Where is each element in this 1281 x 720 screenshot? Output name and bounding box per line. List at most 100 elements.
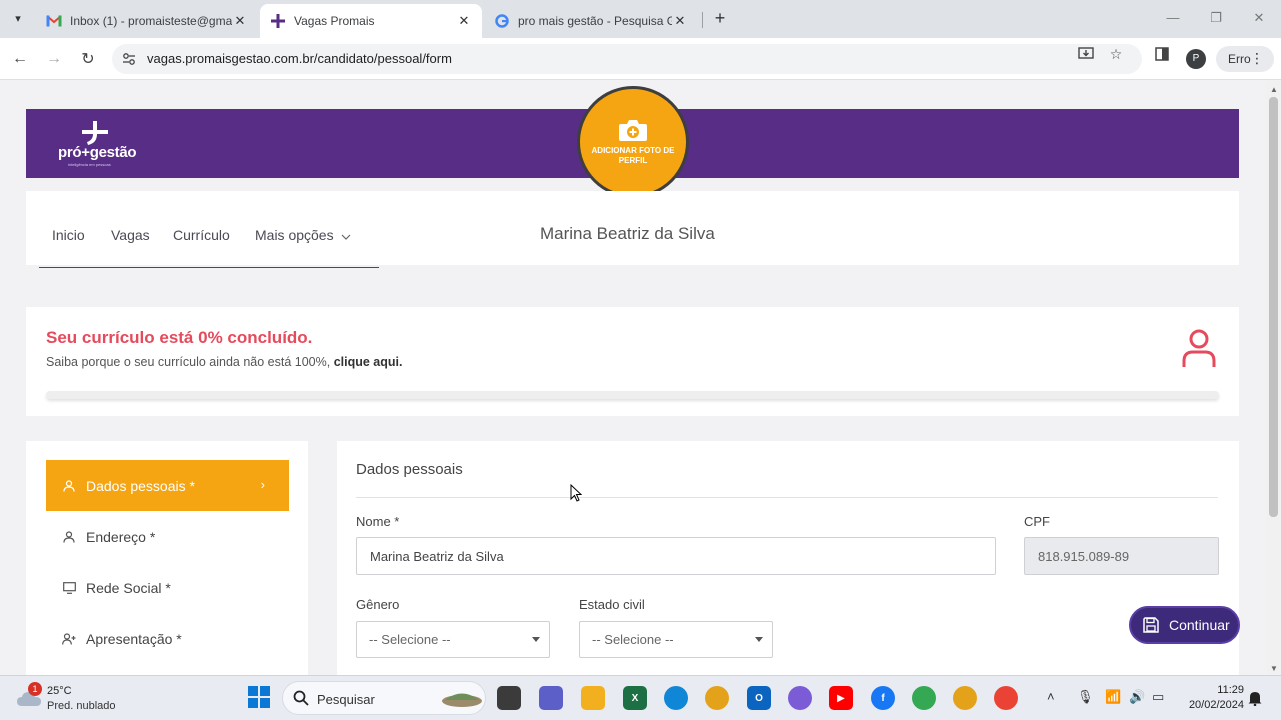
sidebar-item-dados-pessoais[interactable]: Dados pessoais * › — [46, 460, 289, 511]
chrome-profile-3-icon[interactable] — [994, 686, 1018, 710]
genero-label: Gênero — [356, 597, 400, 612]
menu-item-vagas[interactable]: Vagas — [111, 227, 150, 243]
windows-start-icon[interactable] — [248, 686, 270, 708]
click-here-link[interactable]: clique aqui. — [334, 355, 403, 369]
close-icon[interactable]: ✕ — [456, 13, 472, 29]
edge-icon[interactable] — [664, 686, 688, 710]
taskbar-clock[interactable]: 11:29 20/02/2024 — [1180, 683, 1244, 713]
menu-item-mais-opcoes[interactable]: Mais opções — [255, 227, 351, 243]
nome-input[interactable] — [356, 537, 996, 575]
google-icon — [494, 13, 510, 29]
address-bar[interactable]: vagas.promaisgestao.com.br/candidato/pes… — [112, 44, 1142, 74]
tab-search-chevron-icon[interactable]: ▾ — [8, 8, 28, 28]
logo[interactable]: pró+gestão inteligência em pessoas — [56, 121, 146, 169]
mouse-cursor-icon — [570, 484, 582, 502]
weather-widget[interactable]: 1 25°C Pred. nublado — [16, 682, 156, 716]
cpf-label: CPF — [1024, 514, 1050, 529]
floppy-disk-icon — [1143, 617, 1159, 633]
chrome-profile-2-icon[interactable] — [953, 686, 977, 710]
estado-civil-label: Estado civil — [579, 597, 645, 612]
continue-label: Continuar — [1169, 617, 1230, 633]
scroll-up-icon[interactable]: ▲ — [1270, 85, 1278, 94]
user-plus-icon — [62, 632, 76, 646]
search-placeholder: Pesquisar — [317, 692, 375, 707]
chevron-down-icon — [342, 234, 351, 240]
weather-notification-badge: 1 — [28, 682, 42, 696]
tab-gmail[interactable]: Inbox (1) - promaisteste@gmail.com ✕ — [36, 4, 258, 38]
profile-avatar[interactable]: P — [1186, 49, 1206, 69]
caret-down-icon — [532, 637, 540, 642]
teams-icon[interactable] — [539, 686, 563, 710]
task-view-icon[interactable] — [497, 686, 521, 710]
weather-condition: Pred. nublado — [47, 700, 116, 712]
search-highlight-icon — [442, 693, 482, 707]
tab-google-search[interactable]: pro mais gestão - Pesquisa Google ✕ — [484, 4, 698, 38]
bookmark-star-icon[interactable]: ☆ — [1107, 45, 1125, 63]
error-menu-button[interactable]: Erro ⋮ — [1216, 46, 1274, 72]
side-panel-icon[interactable] — [1153, 45, 1171, 63]
sidebar-item-rede-social[interactable]: Rede Social * — [46, 562, 289, 613]
browser-toolbar: ← → ↻ vagas.promaisgestao.com.br/candida… — [0, 38, 1281, 80]
forward-icon[interactable]: → — [43, 48, 65, 70]
restore-icon[interactable]: ❐ — [1206, 10, 1226, 26]
close-icon[interactable]: ✕ — [232, 13, 248, 29]
clock-time: 11:29 — [1217, 684, 1244, 696]
scrollbar-thumb[interactable] — [1269, 97, 1278, 517]
chrome-profile-1-icon[interactable] — [912, 686, 936, 710]
install-app-icon[interactable] — [1077, 45, 1095, 63]
progress-bar — [46, 391, 1219, 399]
volume-icon[interactable]: 🔊 — [1129, 689, 1145, 705]
wifi-icon[interactable]: 📶 — [1105, 689, 1121, 705]
form-sections-sidebar: Dados pessoais * › Endereço * Rede Socia… — [26, 441, 308, 675]
menu-item-curriculo[interactable]: Currículo — [173, 227, 230, 243]
url-text: vagas.promaisgestao.com.br/candidato/pes… — [147, 51, 452, 66]
sidebar-item-label: Rede Social * — [86, 579, 171, 596]
error-label: Erro — [1228, 52, 1251, 66]
tab-vagas-promais[interactable]: Vagas Promais ✕ — [260, 4, 482, 38]
taskbar-search[interactable]: Pesquisar — [282, 681, 486, 715]
tab-separator — [702, 12, 703, 28]
scroll-down-icon[interactable]: ▼ — [1270, 664, 1278, 673]
menu-item-label: Mais opções — [255, 227, 334, 243]
microphone-icon[interactable]: 🎙 — [1077, 689, 1094, 705]
facebook-icon[interactable]: f — [871, 686, 895, 710]
page-content: pró+gestão inteligência em pessoas ADICI… — [0, 81, 1266, 675]
chrome-icon[interactable] — [705, 686, 729, 710]
page-scrollbar[interactable]: ▲ ▼ — [1266, 81, 1281, 675]
curriculum-progress-card: Seu currículo está 0% concluído. Saiba p… — [26, 307, 1239, 416]
copilot-icon[interactable] — [788, 686, 812, 710]
continue-button[interactable]: Continuar — [1129, 606, 1240, 644]
file-explorer-icon[interactable] — [581, 686, 605, 710]
minimize-icon[interactable]: — — [1163, 10, 1183, 25]
notification-bell-icon[interactable] — [1248, 690, 1262, 706]
excel-icon[interactable]: X — [623, 686, 647, 710]
tab-title: Inbox (1) - promaisteste@gmail.com — [70, 14, 232, 28]
add-profile-photo-button[interactable]: ADICIONAR FOTO DE PERFIL — [577, 86, 689, 198]
tray-chevron-up-icon[interactable]: ˄ — [1047, 689, 1055, 704]
sidebar-item-apresentacao[interactable]: Apresentação * — [46, 613, 289, 664]
new-tab-button[interactable]: + — [710, 9, 730, 29]
progress-subtitle-text: Saiba porque o seu currículo ainda não e… — [46, 355, 334, 369]
cpf-input — [1024, 537, 1219, 575]
estado-civil-select[interactable]: -- Selecione -- — [579, 621, 773, 658]
menu-item-inicio[interactable]: Inicio — [52, 227, 85, 243]
genero-select[interactable]: -- Selecione -- — [356, 621, 550, 658]
main-menu: Inicio Vagas Currículo Mais opções Marin… — [26, 191, 1239, 268]
sidebar-item-label: Apresentação * — [86, 630, 182, 647]
back-icon[interactable]: ← — [9, 48, 31, 70]
form-heading: Dados pessoais — [356, 461, 463, 478]
sidebar-item-endereco[interactable]: Endereço * — [46, 511, 289, 562]
user-icon — [62, 479, 76, 493]
promais-icon — [270, 13, 286, 29]
logo-text: pró+gestão — [58, 144, 137, 161]
youtube-icon[interactable]: ▶ — [829, 686, 853, 710]
site-settings-icon[interactable] — [122, 52, 136, 66]
outlook-icon[interactable]: O — [747, 686, 771, 710]
close-icon[interactable]: ✕ — [672, 13, 688, 29]
user-name: Marina Beatriz da Silva — [540, 224, 715, 243]
close-window-icon[interactable]: ✕ — [1249, 10, 1269, 26]
progress-title: Seu currículo está 0% concluído. — [46, 328, 313, 347]
battery-icon[interactable]: ▭ — [1152, 689, 1164, 705]
reload-icon[interactable]: ↻ — [77, 48, 99, 70]
nome-label: Nome * — [356, 514, 400, 529]
